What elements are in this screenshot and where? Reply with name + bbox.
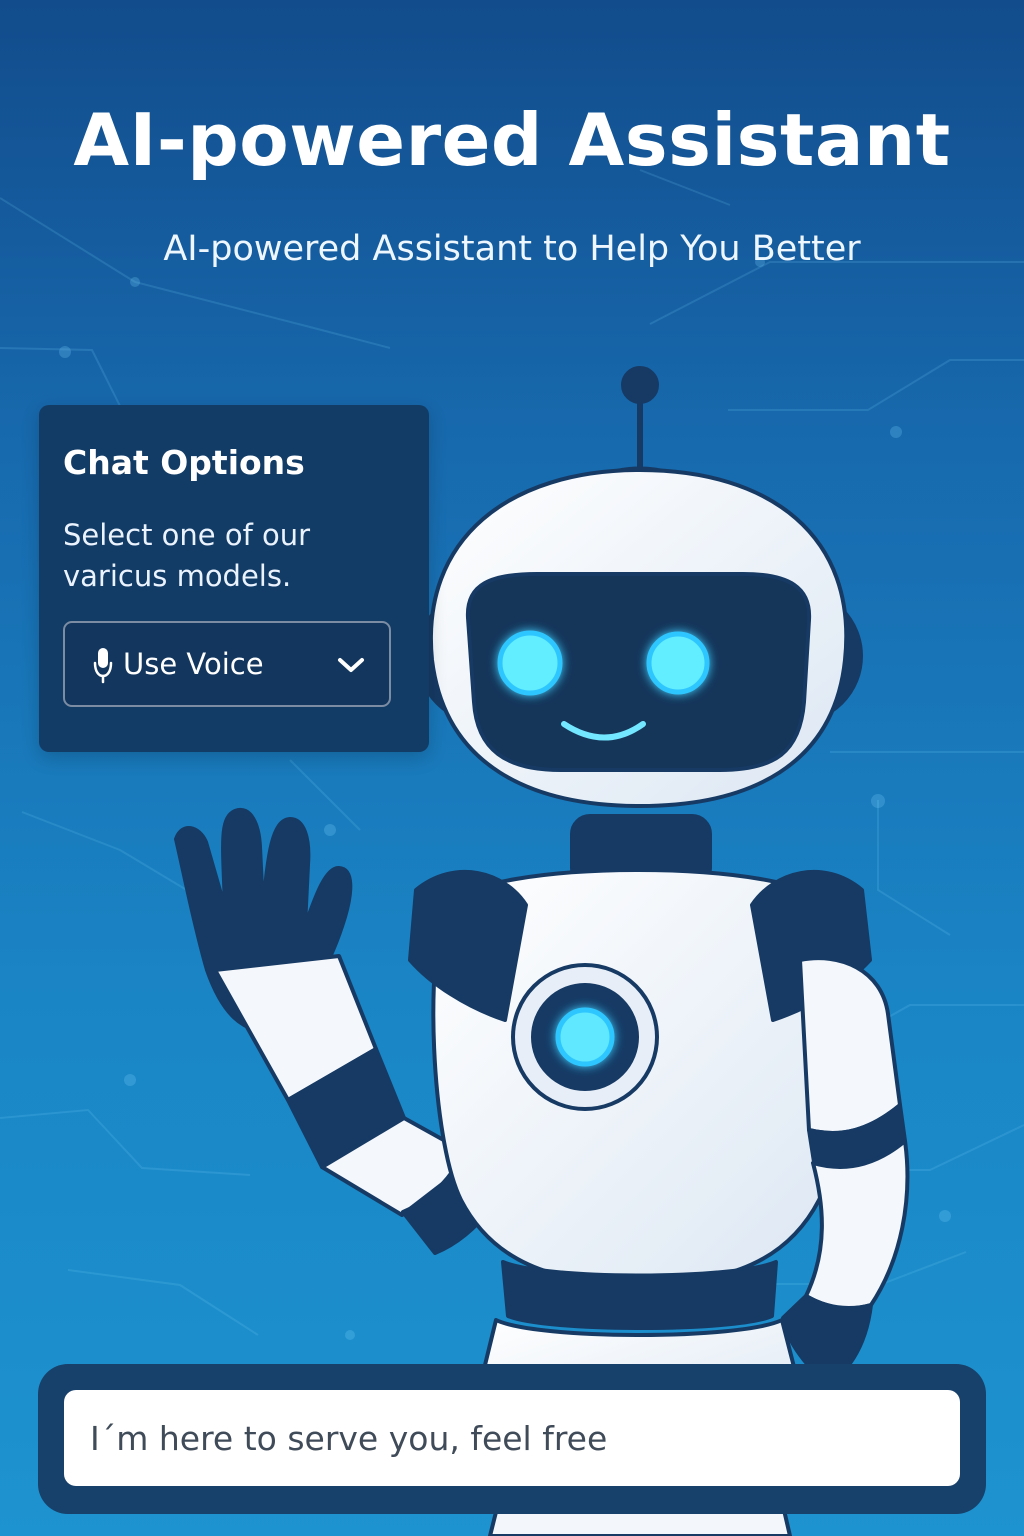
chat-options-panel: Chat Options Select one of our varicus m… <box>39 405 429 752</box>
chat-options-description: Select one of our varicus models. <box>63 518 311 594</box>
chevron-down-icon <box>337 654 365 674</box>
page-subtitle: AI-powered Assistant to Help You Better <box>163 229 861 269</box>
chat-input-container <box>38 1364 986 1514</box>
page-title: AI-powered Assistant <box>73 98 951 182</box>
model-select[interactable]: Use Voice <box>63 621 391 707</box>
chat-input[interactable] <box>64 1390 960 1486</box>
assistant-screen: AI-powered Assistant AI-powered Assistan… <box>0 0 1024 1536</box>
selected-model-label: Use Voice <box>123 646 264 681</box>
microphone-icon <box>91 643 115 685</box>
chat-options-title: Chat Options <box>63 443 305 482</box>
